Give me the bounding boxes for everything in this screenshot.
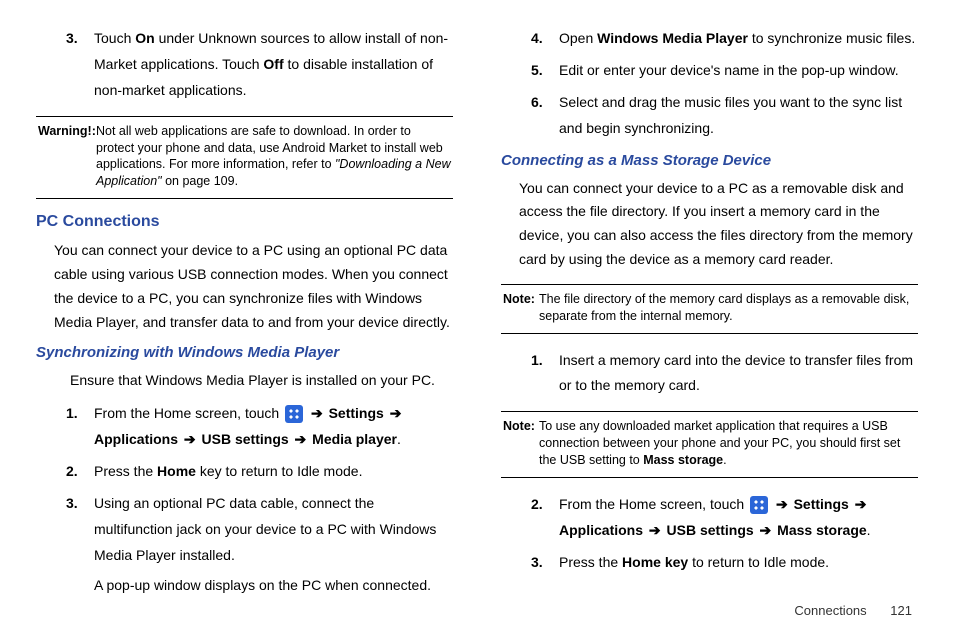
step-number: 1. [66,401,84,453]
right-column: 4. Open Windows Media Player to synchron… [501,26,918,604]
step-text: Select and drag the music files you want… [559,90,918,142]
arrow-icon: ➔ [390,401,402,427]
step-number: 6. [531,90,549,142]
arrow-icon: ➔ [760,518,772,544]
step-number: 1. [531,348,549,400]
paragraph: Ensure that Windows Media Player is inst… [70,369,453,393]
section-heading-pc-connections: PC Connections [36,213,453,231]
list-item: 3. Press the Home key to return to Idle … [501,550,918,576]
step-number: 3. [66,491,84,599]
note-box: Note: To use any downloaded market appli… [501,411,918,478]
step-text: Press the Home key to return to Idle mod… [94,459,453,485]
page-columns: 3. Touch On under Unknown sources to all… [36,26,918,604]
step-text: Press the Home key to return to Idle mod… [559,550,918,576]
paragraph: You can connect your device to a PC as a… [519,177,918,272]
step-number: 2. [531,492,549,544]
list-item: 6. Select and drag the music files you w… [501,90,918,142]
step-number: 4. [531,26,549,52]
apps-grid-icon [285,405,303,423]
arrow-icon: ➔ [855,492,867,518]
arrow-icon: ➔ [649,518,661,544]
step-text: Open Windows Media Player to synchronize… [559,26,918,52]
warning-label: Warning!: [38,123,96,191]
footer-section: Connections [794,603,866,618]
step-number: 3. [66,26,84,104]
arrow-icon: ➔ [295,427,307,453]
list-item: 1. From the Home screen, touch ➔ Setting… [36,401,453,453]
list-item: 3. Using an optional PC data cable, conn… [36,491,453,599]
left-column: 3. Touch On under Unknown sources to all… [36,26,453,604]
page-footer: Connections 121 [794,603,912,618]
arrow-icon: ➔ [311,401,323,427]
step-text: Insert a memory card into the device to … [559,348,918,400]
warning-box: Warning!: Not all web applications are s… [36,116,453,200]
step-number: 3. [531,550,549,576]
arrow-icon: ➔ [776,492,788,518]
step-number: 2. [66,459,84,485]
apps-grid-icon [750,496,768,514]
warning-body: Not all web applications are safe to dow… [96,123,451,191]
list-item: 1. Insert a memory card into the device … [501,348,918,400]
list-item: 2. Press the Home key to return to Idle … [36,459,453,485]
subheading-mass-storage: Connecting as a Mass Storage Device [501,152,918,169]
note-label: Note: [503,291,539,325]
page-number: 121 [890,603,912,618]
step-text: Using an optional PC data cable, connect… [94,491,453,599]
step-number: 5. [531,58,549,84]
paragraph: You can connect your device to a PC usin… [54,239,453,334]
list-item: 3. Touch On under Unknown sources to all… [36,26,453,104]
note-label: Note: [503,418,539,469]
arrow-icon: ➔ [184,427,196,453]
list-item: 5. Edit or enter your device's name in t… [501,58,918,84]
step-text: Edit or enter your device's name in the … [559,58,918,84]
list-item: 2. From the Home screen, touch ➔ Setting… [501,492,918,544]
step-text: Touch On under Unknown sources to allow … [94,26,453,104]
note-body: The file directory of the memory card di… [539,291,916,325]
step-text: From the Home screen, touch ➔ Settings ➔… [94,401,453,453]
subheading-sync-wmp: Synchronizing with Windows Media Player [36,344,453,361]
list-item: 4. Open Windows Media Player to synchron… [501,26,918,52]
note-box: Note: The file directory of the memory c… [501,284,918,334]
note-body: To use any downloaded market application… [539,418,916,469]
step-text: From the Home screen, touch ➔ Settings ➔… [559,492,918,544]
